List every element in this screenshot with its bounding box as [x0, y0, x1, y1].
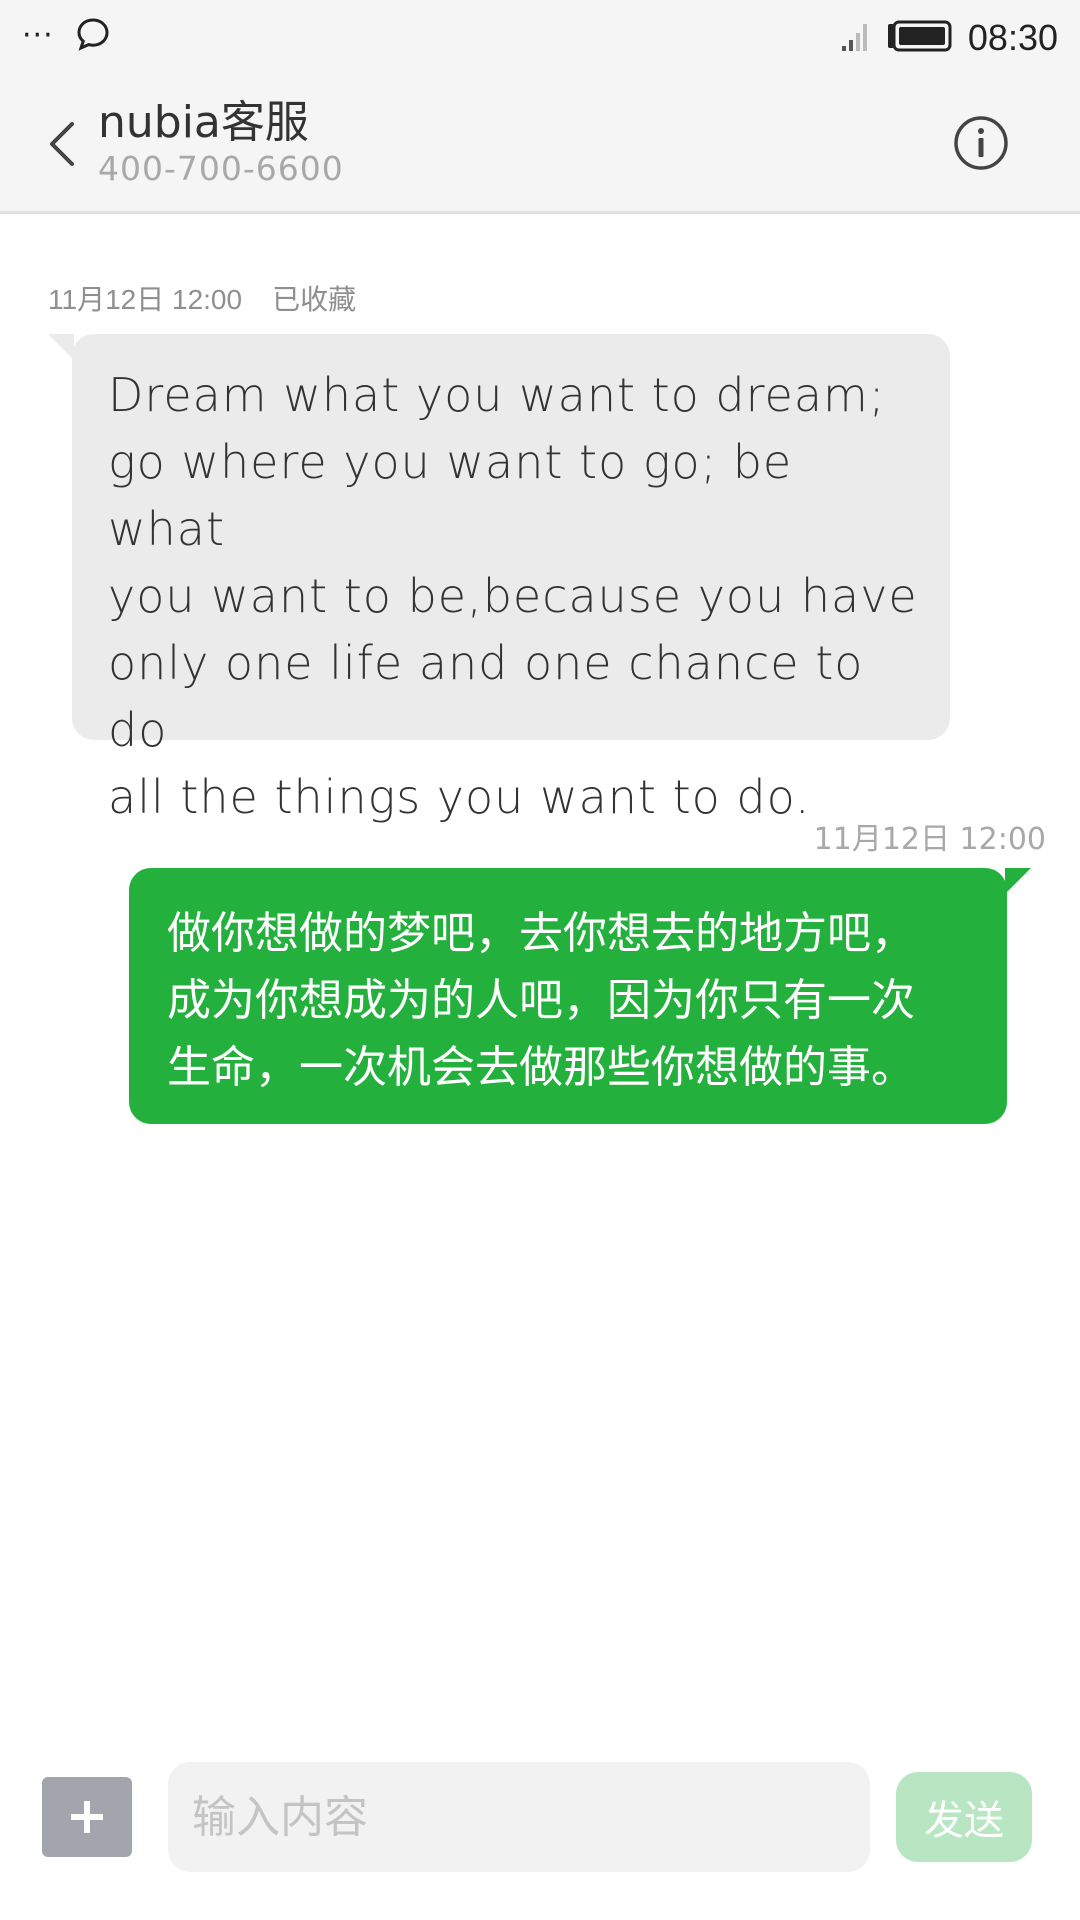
signal-icon	[840, 20, 870, 56]
contact-name: nubia客服	[98, 97, 309, 148]
more-dots-icon: ···	[22, 18, 54, 53]
outgoing-message-text: 做你想做的梦吧，去你想去的地方吧， 成为你想成为的人吧，因为你只有一次 生命，一…	[167, 908, 915, 1093]
chat-bubble-icon	[76, 17, 110, 55]
battery-icon	[884, 19, 954, 57]
message-input[interactable]	[168, 1762, 870, 1872]
clock: 08:30	[967, 17, 1058, 58]
contact-phone: 400-700-6600	[98, 149, 344, 188]
contact-title-block[interactable]: nubia客服 400-700-6600	[98, 96, 344, 188]
incoming-message-text: Dream what you want to dream; go where y…	[108, 368, 918, 824]
outgoing-message-bubble[interactable]: 做你想做的梦吧，去你想去的地方吧， 成为你想成为的人吧，因为你只有一次 生命，一…	[129, 868, 1031, 1124]
back-button[interactable]	[40, 112, 84, 176]
back-arrow-icon	[50, 122, 74, 166]
incoming-message-bubble[interactable]: Dream what you want to dream; go where y…	[48, 334, 950, 824]
status-left: ···	[22, 16, 110, 56]
sms-conversation-screen: ··· 08:30 nubia客服 400-700-6600 11月12日 12…	[0, 0, 1080, 1920]
status-right: 08:30	[840, 14, 1058, 62]
contact-info-button[interactable]	[952, 114, 1010, 172]
add-attachment-button[interactable]	[42, 1777, 132, 1857]
plus-icon	[71, 1801, 103, 1833]
incoming-timestamp: 11月12日 12:00 已收藏	[48, 278, 356, 318]
conversation-header: nubia客服 400-700-6600	[0, 76, 1080, 214]
incoming-bubble-tail	[48, 334, 74, 360]
incoming-date: 11月12日 12:00	[48, 284, 243, 315]
favorited-label: 已收藏	[272, 284, 357, 315]
outgoing-timestamp: 11月12日 12:00	[813, 822, 1046, 857]
info-icon	[954, 116, 1008, 170]
send-button[interactable]: 发送	[896, 1772, 1032, 1862]
outgoing-bubble-tail	[1005, 868, 1031, 894]
status-bar: ··· 08:30	[0, 0, 1080, 76]
